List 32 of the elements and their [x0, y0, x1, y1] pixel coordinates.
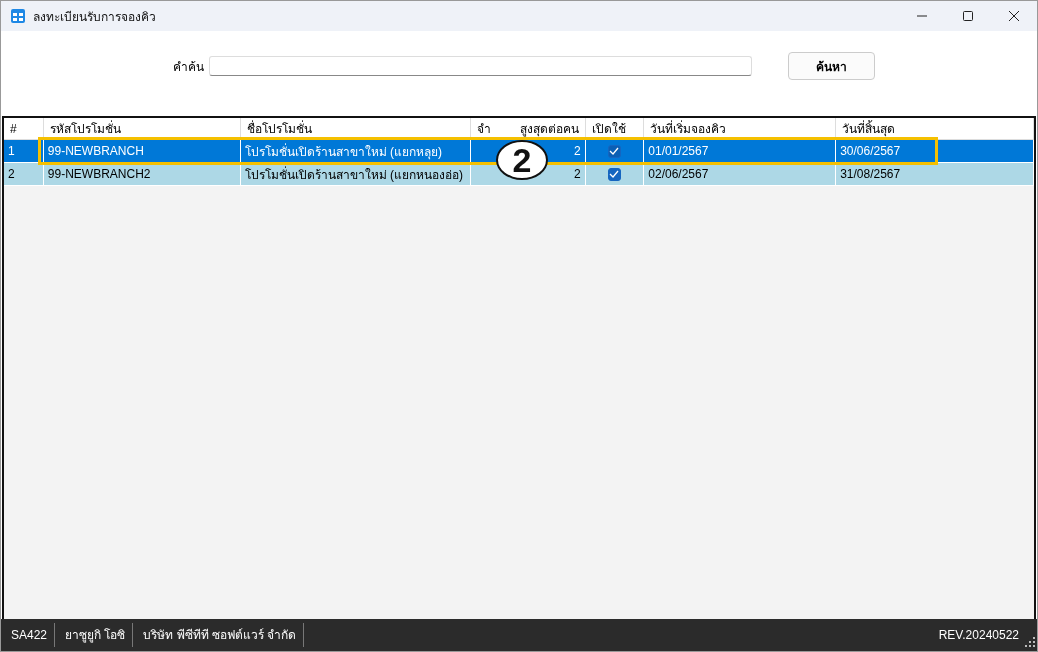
table-cell: 30/06/2567 — [840, 144, 901, 158]
checkbox[interactable] — [607, 167, 621, 181]
search-label: คำค้น — [173, 58, 205, 76]
checkbox[interactable] — [607, 144, 621, 158]
column-header: จำ — [477, 121, 492, 138]
column-header: สูงสุดต่อคน — [519, 121, 579, 138]
table-cell: 2 — [573, 167, 581, 181]
column-header: วันที่เริ่มจองคิว — [650, 119, 727, 138]
window-title: ลงทะเบียนรับการจองคิว — [33, 8, 156, 26]
column-header: วันที่สิ้นสุด — [842, 119, 896, 138]
table-cell: 01/01/2567 — [648, 144, 709, 158]
table-cell-text: โปรโมชั่นเปิดร้านสาขาใหม่ (แยกหนองอ่อ) — [244, 165, 463, 184]
search-button[interactable]: ค้นหา — [788, 52, 875, 80]
row-number: 1 — [8, 144, 15, 158]
table-cell: 31/08/2567 — [840, 167, 901, 181]
table-cell: 99-NEWBRANCH2 — [47, 167, 151, 181]
status-text: ยาซูยูกิ โอซิ — [55, 623, 134, 647]
column-header: เปิดใช้ — [591, 121, 626, 138]
table-cell: 99-NEWBRANCH — [47, 144, 144, 158]
search-field[interactable] — [209, 56, 752, 76]
resize-grip-icon[interactable] — [1025, 637, 1035, 647]
version-text: REV.20240522 — [938, 628, 1019, 642]
column-header: # — [10, 121, 17, 136]
column-header: รหัสโปรโมชั่น — [49, 119, 121, 138]
table-cell: 02/06/2567 — [648, 167, 709, 181]
row-number: 2 — [8, 167, 15, 181]
calendar-icon — [10, 8, 26, 24]
status-text: บริษัท พีซีทีที ซอฟต์แวร์ จำกัด — [133, 623, 305, 647]
status-text: SA422 — [1, 623, 56, 647]
table-cell: 2 — [573, 144, 581, 158]
table-cell-text: โปรโมชั่นเปิดร้านสาขาใหม่ (แยกหลุย) — [244, 142, 442, 161]
column-header: ชื่อโปรโมชั่น — [246, 119, 312, 138]
